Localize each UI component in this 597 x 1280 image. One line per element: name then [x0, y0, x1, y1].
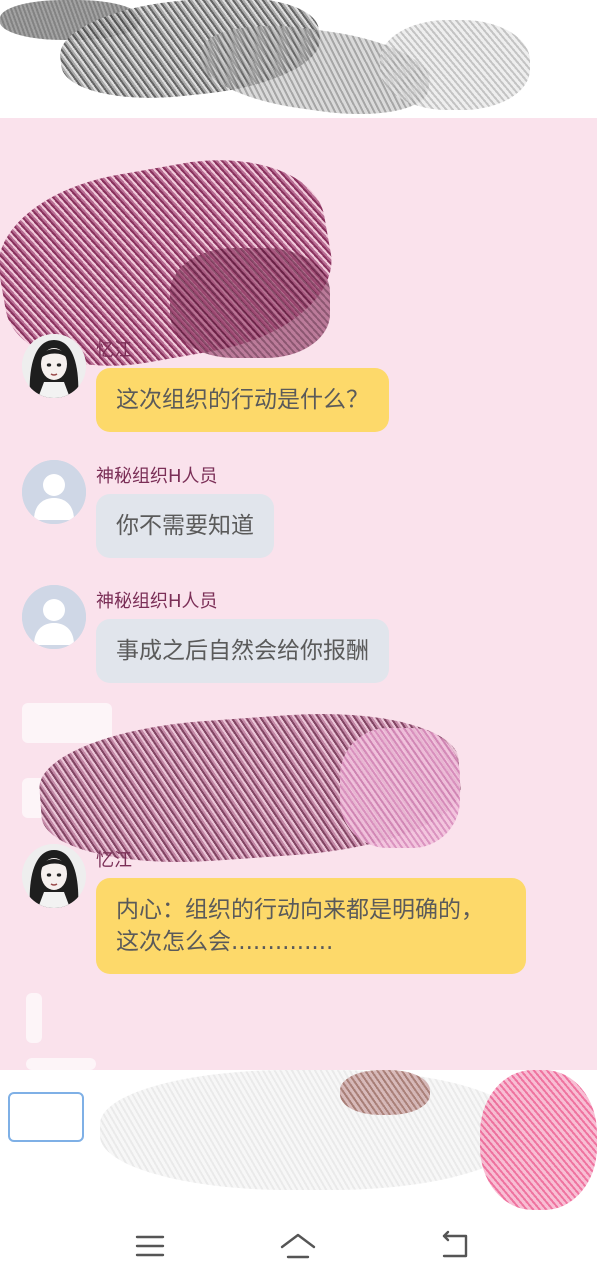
back-icon[interactable]	[435, 1226, 475, 1266]
default-user-avatar[interactable]	[22, 585, 86, 649]
default-user-avatar-icon	[22, 585, 86, 649]
girl-avatar-icon	[22, 334, 86, 398]
scribble-redaction	[340, 728, 460, 848]
back-icon-glyph	[442, 1230, 468, 1258]
home-icon[interactable]	[278, 1226, 318, 1266]
menu-icon[interactable]	[130, 1226, 170, 1266]
default-user-avatar[interactable]	[22, 460, 86, 524]
scribble-mark	[380, 20, 530, 110]
girl-avatar-icon	[22, 844, 86, 908]
scribble-redaction	[170, 248, 330, 358]
sender-name: 忆江	[96, 340, 132, 361]
sender-name: 神秘组织H人员	[96, 466, 218, 487]
scribble-redaction	[100, 1070, 520, 1190]
sender-name: 忆江	[96, 850, 132, 871]
scribble-redaction	[480, 1070, 597, 1210]
default-user-avatar-icon	[22, 460, 86, 524]
navigation-bar	[0, 1212, 597, 1280]
message-input[interactable]	[8, 1092, 84, 1142]
home-icon-glyph	[280, 1233, 316, 1259]
girl-avatar[interactable]	[22, 844, 86, 908]
redacted-message	[26, 993, 42, 1043]
redacted-header	[0, 0, 597, 118]
message-bubble[interactable]: 这次组织的行动是什么？	[96, 368, 389, 432]
input-area	[0, 1070, 597, 1212]
sender-name: 神秘组织H人员	[96, 591, 218, 612]
message-bubble[interactable]: 事成之后自然会给你报酬	[96, 619, 389, 683]
girl-avatar[interactable]	[22, 334, 86, 398]
redacted-message	[22, 703, 112, 743]
scribble-redaction	[340, 1070, 430, 1115]
chat-area[interactable]: 忆江 这次组织的行动是什么？ 神秘组织H人员 你不需要知道 神秘组织H人员 事成…	[0, 118, 597, 1070]
message-bubble[interactable]: 你不需要知道	[96, 494, 274, 558]
message-bubble[interactable]: 内心：组织的行动向来都是明确的，这次怎么会..............	[96, 878, 526, 974]
menu-icon-glyph	[135, 1235, 165, 1257]
redacted-message	[26, 1058, 96, 1070]
